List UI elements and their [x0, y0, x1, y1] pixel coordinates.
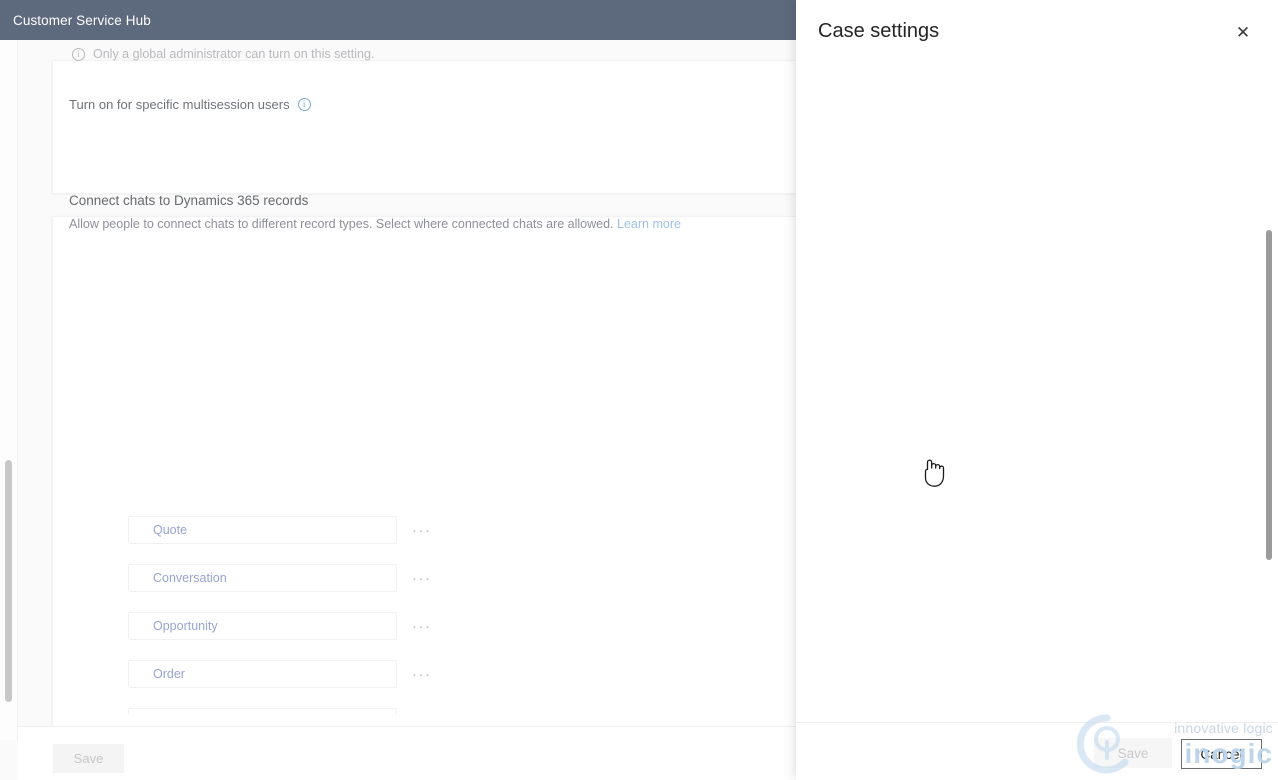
record-type-pill[interactable]: Order: [128, 660, 397, 688]
panel-cancel-button[interactable]: Cancel: [1181, 739, 1262, 769]
record-type-pill[interactable]: Opportunity: [128, 612, 397, 640]
panel-save-button[interactable]: Save: [1094, 738, 1172, 768]
info-icon: i: [72, 47, 85, 61]
record-type-label: Order: [153, 667, 185, 681]
connect-chats-title: Connect chats to Dynamics 365 records: [69, 193, 309, 208]
record-type-pill[interactable]: Quote: [128, 516, 397, 544]
close-icon[interactable]: ✕: [1230, 19, 1256, 45]
multisession-setting-row: Turn on for specific multisession users …: [69, 97, 311, 112]
record-types-list: Quote ··· Conversation ··· Opportunity ··· Ord…: [128, 516, 452, 715]
record-type-label: Quote: [153, 523, 188, 537]
record-type-overflow-menu-icon[interactable]: ···: [412, 570, 432, 587]
connect-chats-description-text: Allow people to connect chats to differe…: [69, 217, 614, 231]
multisession-label: Turn on for specific multisession users: [69, 97, 290, 112]
record-type-overflow-menu-icon[interactable]: ···: [412, 714, 432, 715]
record-type-overflow-menu-icon[interactable]: ···: [412, 666, 432, 683]
panel-footer: Save Cancel: [796, 722, 1278, 780]
app-title: Customer Service Hub: [13, 12, 151, 28]
left-scrollbar-thumb[interactable]: [5, 460, 12, 702]
panel-title: Case settings: [818, 20, 940, 42]
connect-chats-description: Allow people to connect chats to differe…: [69, 217, 681, 231]
global-admin-note: i Only a global administrator can turn o…: [72, 47, 374, 61]
panel-scrollbar-thumb[interactable]: [1266, 230, 1272, 560]
screen-root: Customer Service Hub i Only a global adm…: [0, 0, 1278, 780]
record-type-row: Quote ···: [128, 516, 452, 554]
record-types-clip: Quote ··· Conversation ··· Opportunity ··· Ord…: [52, 255, 452, 715]
record-type-row: Conversation ···: [128, 564, 452, 602]
record-type-row: Order ···: [128, 660, 452, 698]
record-type-pill[interactable]: Conversation: [128, 564, 397, 592]
record-type-pill[interactable]: Account: [128, 708, 397, 715]
left-scroll-rail: [0, 40, 18, 740]
case-settings-panel: Case settings ✕ Message view i Suggest c…: [796, 0, 1278, 780]
record-type-label: Opportunity: [153, 619, 218, 633]
record-type-overflow-menu-icon[interactable]: ···: [412, 618, 432, 635]
info-icon[interactable]: i: [297, 98, 311, 111]
record-type-row: Account ···: [128, 708, 452, 715]
record-type-overflow-menu-icon[interactable]: ···: [412, 522, 432, 539]
connect-chats-learn-more-link[interactable]: Learn more: [617, 217, 681, 231]
record-type-row: Opportunity ···: [128, 612, 452, 650]
global-admin-note-text: Only a global administrator can turn on …: [93, 47, 375, 61]
record-type-label: Conversation: [153, 571, 227, 585]
page-save-button[interactable]: Save: [53, 744, 124, 773]
